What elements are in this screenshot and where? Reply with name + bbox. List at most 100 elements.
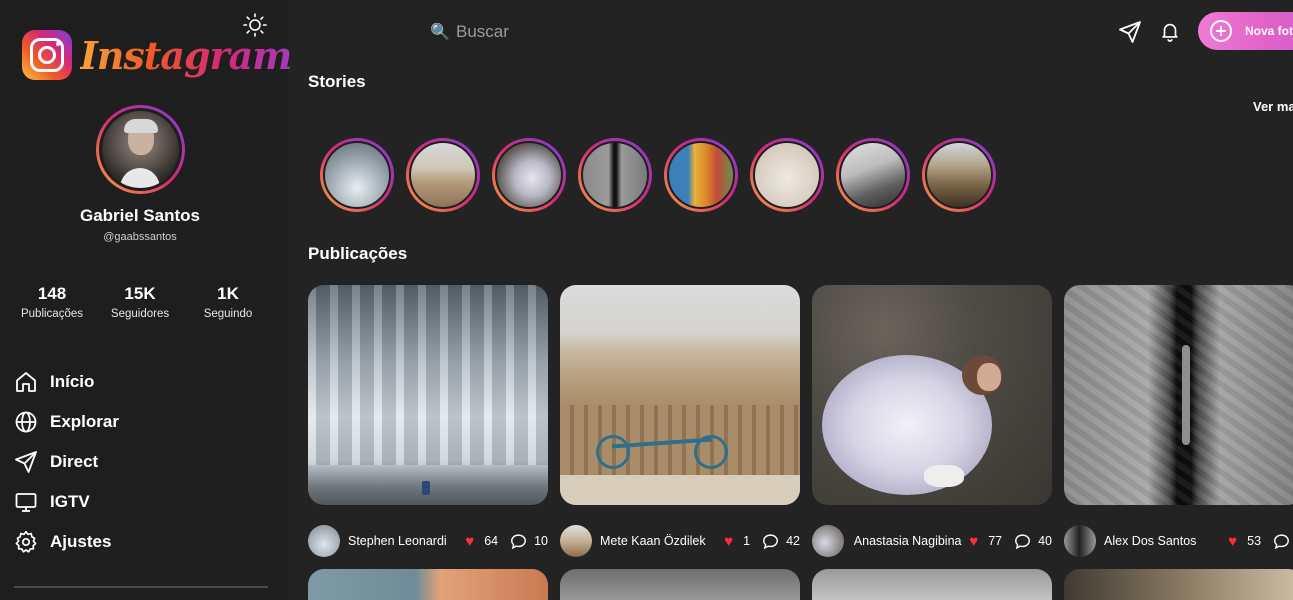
comment-button[interactable]: 40 bbox=[1014, 533, 1052, 550]
heart-icon: ♥ bbox=[724, 532, 734, 550]
post-card: Anastasia Nagibina ♥ 77 40 bbox=[812, 285, 1052, 557]
story-item[interactable] bbox=[578, 138, 652, 212]
stat-value: 1K bbox=[217, 284, 239, 303]
post-image[interactable] bbox=[560, 569, 800, 600]
plus-circle-icon bbox=[1210, 20, 1232, 42]
profile-name: Gabriel Santos bbox=[80, 206, 200, 225]
instagram-icon bbox=[22, 30, 72, 80]
story-item[interactable] bbox=[836, 138, 910, 212]
story-item[interactable] bbox=[320, 138, 394, 212]
monitor-icon bbox=[15, 493, 37, 512]
profile-avatar[interactable] bbox=[96, 105, 185, 194]
search-bar[interactable]: 🔍 bbox=[390, 14, 1016, 50]
like-count: 1 bbox=[743, 534, 751, 548]
sidebar-item-explorar[interactable]: Explorar bbox=[14, 402, 119, 442]
sidebar-item-label: Ajustes bbox=[50, 532, 112, 551]
post-image[interactable] bbox=[1064, 569, 1293, 600]
comment-button[interactable]: 42 bbox=[762, 533, 800, 550]
post-author[interactable]: Mete Kaan Özdilek bbox=[600, 534, 718, 548]
story-item[interactable] bbox=[664, 138, 738, 212]
sidebar-item-inicio[interactable]: Início bbox=[14, 362, 119, 402]
stat-publications[interactable]: 148 Publicações bbox=[12, 284, 92, 320]
stat-following[interactable]: 1K Seguindo bbox=[188, 284, 268, 320]
post-author-avatar[interactable] bbox=[560, 525, 592, 557]
posts-row-2 bbox=[308, 569, 1293, 600]
stat-label: Seguindo bbox=[203, 308, 253, 320]
post-card: Alex Dos Santos ♥ 53 9 bbox=[1064, 285, 1293, 557]
post-card: Mete Kaan Özdilek ♥ 1 42 bbox=[560, 285, 800, 557]
brand-name: Instagram bbox=[80, 32, 292, 78]
home-icon bbox=[16, 372, 36, 392]
comment-count: 42 bbox=[786, 534, 800, 548]
direct-send-icon[interactable] bbox=[1118, 20, 1142, 44]
post-author[interactable]: Anastasia Nagibina bbox=[852, 534, 963, 548]
sun-icon[interactable] bbox=[243, 13, 267, 37]
story-item[interactable] bbox=[750, 138, 824, 212]
send-icon bbox=[15, 451, 37, 473]
sidebar-item-ajustes[interactable]: Ajustes bbox=[14, 522, 119, 562]
sidebar-item-direct[interactable]: Direct bbox=[14, 442, 119, 482]
stat-label: Publicações bbox=[20, 308, 83, 320]
story-item[interactable] bbox=[406, 138, 480, 212]
stories-title: Stories bbox=[308, 72, 366, 91]
sidebar-item-label: IGTV bbox=[50, 492, 90, 511]
sidebar-divider bbox=[14, 586, 268, 588]
like-button[interactable]: ♥ 77 bbox=[969, 533, 1002, 550]
post-image[interactable] bbox=[308, 285, 548, 505]
globe-icon bbox=[15, 411, 37, 433]
comment-icon bbox=[763, 533, 779, 549]
story-item[interactable] bbox=[492, 138, 566, 212]
post-author[interactable]: Alex Dos Santos bbox=[1104, 534, 1222, 548]
profile-stats: 148 Publicações 15K Seguidores 1K Seguin… bbox=[12, 284, 268, 320]
search-icon: 🔍 bbox=[430, 24, 450, 41]
heart-icon: ♥ bbox=[1228, 532, 1238, 550]
gear-icon bbox=[15, 530, 37, 553]
bell-icon[interactable] bbox=[1159, 20, 1183, 44]
new-photo-button[interactable]: Nova foto bbox=[1198, 12, 1293, 50]
post-author-avatar[interactable] bbox=[308, 525, 340, 557]
heart-icon: ♥ bbox=[465, 532, 475, 550]
post-author-avatar[interactable] bbox=[812, 525, 844, 557]
comment-button[interactable]: 9 bbox=[1273, 533, 1293, 550]
post-image[interactable] bbox=[812, 285, 1052, 505]
posts-grid: Stephen Leonardi ♥ 64 10 Mete Kaan Özdile… bbox=[308, 285, 1293, 557]
sidebar-item-label: Início bbox=[50, 372, 95, 391]
stat-value: 15K bbox=[124, 284, 156, 303]
stat-value: 148 bbox=[37, 284, 67, 303]
post-image[interactable] bbox=[308, 569, 548, 600]
search-input[interactable] bbox=[428, 22, 1016, 42]
comment-icon bbox=[1274, 533, 1289, 549]
stat-followers[interactable]: 15K Seguidores bbox=[100, 284, 180, 320]
profile-handle: @gaabssantos bbox=[103, 231, 177, 243]
post-meta: Stephen Leonardi ♥ 64 10 bbox=[308, 525, 548, 557]
sidebar-item-igtv[interactable]: IGTV bbox=[14, 482, 119, 522]
post-image[interactable] bbox=[560, 285, 800, 505]
sidebar-item-label: Direct bbox=[50, 452, 99, 471]
brand-logo[interactable]: Instagram bbox=[22, 30, 292, 80]
post-card: Stephen Leonardi ♥ 64 10 bbox=[308, 285, 548, 557]
post-image[interactable] bbox=[812, 569, 1052, 600]
sidebar: Instagram Gabriel Santos @gaabssantos 14… bbox=[0, 0, 292, 600]
like-count: 64 bbox=[484, 534, 499, 548]
heart-icon: ♥ bbox=[969, 532, 979, 550]
see-more-link[interactable]: Ver mais bbox=[1253, 99, 1293, 114]
comment-count: 10 bbox=[534, 534, 548, 548]
post-meta: Alex Dos Santos ♥ 53 9 bbox=[1064, 525, 1293, 557]
sidebar-nav: Início Explorar Direct IGTV Ajustes bbox=[14, 362, 119, 562]
posts-title: Publicações bbox=[308, 244, 408, 263]
like-count: 77 bbox=[988, 534, 1003, 548]
like-button[interactable]: ♥ 1 bbox=[724, 533, 750, 550]
story-item[interactable] bbox=[922, 138, 996, 212]
like-button[interactable]: ♥ 53 bbox=[1228, 533, 1261, 550]
new-photo-label: Nova foto bbox=[1245, 24, 1293, 38]
post-image[interactable] bbox=[1064, 285, 1293, 505]
comment-button[interactable]: 10 bbox=[510, 533, 548, 550]
comment-icon bbox=[511, 533, 527, 549]
comment-icon bbox=[1015, 533, 1031, 549]
post-author[interactable]: Stephen Leonardi bbox=[348, 534, 459, 548]
post-author-avatar[interactable] bbox=[1064, 525, 1096, 557]
post-meta: Mete Kaan Özdilek ♥ 1 42 bbox=[560, 525, 800, 557]
like-button[interactable]: ♥ 64 bbox=[465, 533, 498, 550]
post-meta: Anastasia Nagibina ♥ 77 40 bbox=[812, 525, 1052, 557]
comment-count: 40 bbox=[1038, 534, 1052, 548]
